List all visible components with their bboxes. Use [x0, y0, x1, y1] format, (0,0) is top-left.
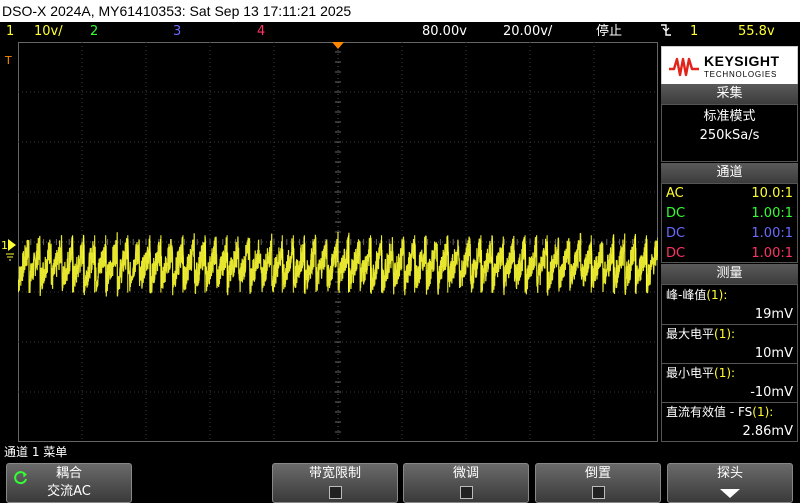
measurement-name: 最大电平	[666, 327, 715, 341]
submenu-down-arrow-icon	[720, 489, 740, 498]
acquisition-header[interactable]: 采集	[661, 84, 798, 104]
keysight-logo: KEYSIGHT TECHNOLOGIES	[661, 46, 798, 86]
svg-text:1: 1	[1, 239, 8, 252]
channel-1-scale[interactable]: 10ⅴ/	[34, 22, 63, 42]
coupling-softkey[interactable]: 耦合 交流AC	[6, 463, 132, 503]
channel-coupling: DC	[666, 246, 686, 261]
invert-softkey[interactable]: 倒置	[535, 463, 661, 503]
probe-label: 探头	[716, 466, 743, 481]
channel-row: AC 10.0:1	[662, 184, 797, 204]
channel-4-number[interactable]: 4	[257, 22, 265, 42]
measurement-source: (1):	[714, 366, 736, 380]
channel-coupling: DC	[666, 206, 686, 221]
sample-rate: 250kSa/s	[699, 128, 760, 143]
bandwidth-limit-softkey[interactable]: 带宽限制	[272, 463, 398, 503]
measurements-header[interactable]: 测量	[661, 264, 798, 284]
status-bar: 1 10ⅴ/ 2 3 4 80.00ⅴ 20.00ⅴ/ 停止 1 55.8ⅴ	[0, 22, 800, 42]
probe-softkey[interactable]: 探头	[667, 463, 793, 503]
channel-coupling: AC	[666, 186, 684, 201]
menu-title: 通道 1 菜单	[0, 443, 800, 461]
channel-row: DC 1.00:1	[662, 204, 797, 224]
channel-probe-ratio: 1.00:1	[751, 206, 793, 221]
measurement-label: 最小电平(1):	[662, 364, 797, 383]
keysight-wave-icon	[669, 57, 699, 77]
channels-panel: AC 10.0:1 DC 1.00:1 DC 1.00:1 DC 1.00:1	[661, 183, 798, 263]
trigger-source[interactable]: 1	[690, 22, 698, 42]
channel-coupling: DC	[666, 226, 686, 241]
measurement-name: 最小电平	[666, 366, 715, 380]
channel-row: DC 1.00:1	[662, 224, 797, 244]
timebase-scale[interactable]: 20.00ⅴ/	[503, 22, 552, 42]
invert-checkbox[interactable]	[591, 486, 605, 499]
graticule	[18, 42, 658, 442]
left-marker-strip: T 1	[0, 42, 18, 442]
fine-softkey[interactable]: 微调	[403, 463, 529, 503]
window-title: DSO-X 2024A, MY61410353: Sat Sep 13 17:1…	[0, 0, 800, 22]
cycle-icon	[14, 471, 27, 485]
measurement-value: 19mV	[662, 305, 797, 325]
channel-2-number[interactable]: 2	[90, 22, 98, 42]
channel-1-ground-marker[interactable]: 1	[1, 239, 16, 261]
measurement-label: 峰-峰值(1):	[662, 286, 797, 305]
measurement-source: (1):	[752, 405, 774, 419]
bandwidth-limit-checkbox[interactable]	[328, 486, 342, 499]
measurement-label: 最大电平(1):	[662, 325, 797, 344]
measurement-value: 2.86mV	[742, 424, 793, 439]
channel-3-number[interactable]: 3	[173, 22, 181, 42]
acquisition-panel: 标准模式 250kSa/s	[661, 104, 798, 162]
brand-subtitle: TECHNOLOGIES	[704, 70, 778, 79]
trigger-position-marker	[332, 42, 344, 49]
fine-label: 微调	[452, 466, 479, 481]
run-state: 停止	[596, 24, 623, 39]
measurement-name: 直流有效值 - FS	[666, 405, 753, 419]
measurement-name: 峰-峰值	[666, 288, 707, 302]
channel-row: DC 1.00:1	[662, 244, 797, 264]
measurement-source: (1):	[706, 288, 728, 302]
brand-name: KEYSIGHT	[704, 53, 780, 69]
measurements-panel: 峰-峰值(1): 19mV 最大电平(1): 10mV 最小电平(1): -10…	[661, 284, 798, 442]
invert-label: 倒置	[584, 466, 611, 481]
softkey-bar: 耦合 交流AC 带宽限制 微调 倒置 探头	[0, 461, 800, 503]
trigger-level-marker[interactable]: T	[4, 54, 12, 67]
measurement-value: 10mV	[662, 344, 797, 364]
right-info-panel: KEYSIGHT TECHNOLOGIES 采集 标准模式 250kSa/s 通…	[659, 42, 800, 442]
channel-1-number[interactable]: 1	[6, 22, 14, 42]
fine-checkbox[interactable]	[459, 486, 473, 499]
measurement-value: -10mV	[662, 383, 797, 403]
waveform-display[interactable]	[18, 42, 658, 442]
measurement-label: 直流有效值 - FS(1):	[662, 403, 797, 422]
acquisition-mode: 标准模式	[703, 109, 756, 124]
channels-header[interactable]: 通道	[661, 163, 798, 183]
trigger-level[interactable]: 55.8ⅴ	[738, 22, 775, 42]
time-delay[interactable]: 80.00ⅴ	[422, 22, 467, 42]
channel-probe-ratio: 1.00:1	[751, 246, 793, 261]
bandwidth-limit-label: 带宽限制	[308, 466, 361, 481]
measurement-source: (1):	[714, 327, 736, 341]
channel-probe-ratio: 10.0:1	[751, 186, 793, 201]
channel-probe-ratio: 1.00:1	[751, 226, 793, 241]
